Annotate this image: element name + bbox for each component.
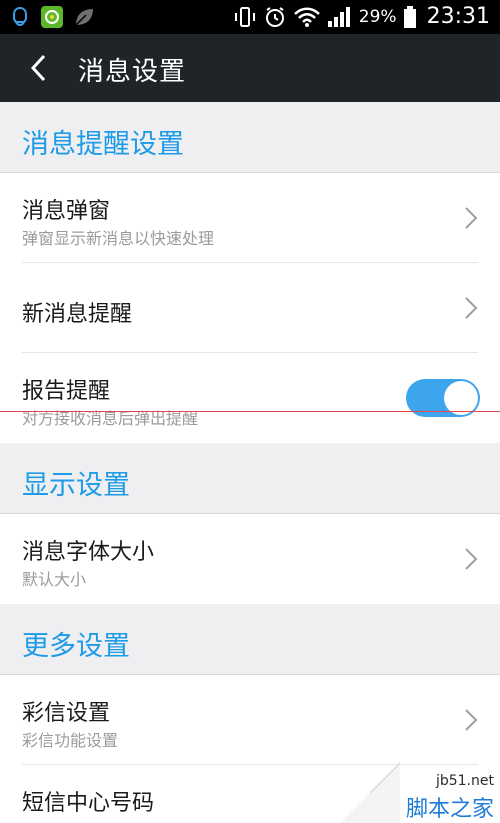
section-header-display: 显示设置 [0,443,500,514]
setting-title: 新消息提醒 [22,302,133,327]
back-button[interactable] [18,48,58,88]
status-bar-notifications [8,5,96,29]
annotation-line [0,411,500,412]
qq-notification-icon [13,6,27,27]
setting-subtitle: 对方接收消息后弹出提醒 [22,409,199,428]
section-title: 显示设置 [22,470,130,501]
watermark: jb51.net 脚本之家 [340,763,500,823]
setting-subtitle: 默认大小 [22,570,87,589]
setting-row-new-message-reminder[interactable]: 新消息提醒 [0,263,500,353]
section-header-message-reminders: 消息提醒设置 [0,102,500,173]
leaf-icon [75,9,93,26]
alarm-icon [265,6,284,27]
watermark-fold-icon [340,763,400,823]
setting-row-mms[interactable]: 彩信设置 彩信功能设置 [0,675,500,765]
setting-title: 彩信设置 [22,701,111,726]
status-bar: 29% 23:31 [0,0,500,34]
setting-title: 报告提醒 [22,379,111,404]
battery-percent: 29% [358,6,397,27]
watermark-url: jb51.net [435,773,494,789]
chevron-right-icon [465,297,478,319]
watermark-name: 脚本之家 [405,797,494,822]
clock: 23:31 [426,4,490,29]
signal-icon [327,6,350,27]
setting-title: 消息弹窗 [22,199,111,224]
status-bar-indicators: 29% 23:31 [233,4,490,29]
wifi-icon [293,7,320,27]
app-store-icon [41,6,63,28]
setting-row-font-size[interactable]: 消息字体大小 默认大小 [0,514,500,604]
chevron-left-icon [30,54,46,82]
section-title: 更多设置 [22,631,130,662]
setting-subtitle: 彩信功能设置 [22,731,119,750]
section-title: 消息提醒设置 [22,129,184,160]
chevron-right-icon [465,207,478,229]
setting-title: 消息字体大小 [22,540,155,565]
title-bar: 消息设置 [0,34,500,102]
setting-row-message-popup[interactable]: 消息弹窗 弹窗显示新消息以快速处理 [0,173,500,263]
toggle-knob [444,381,478,415]
chevron-right-icon [465,709,478,731]
chevron-right-icon [465,548,478,570]
page-title: 消息设置 [78,57,187,87]
setting-subtitle: 弹窗显示新消息以快速处理 [22,229,215,248]
setting-row-report-reminder[interactable]: 报告提醒 对方接收消息后弹出提醒 [0,353,500,443]
battery-icon [403,5,416,28]
vibrate-icon [234,6,255,27]
setting-title: 短信中心号码 [22,791,155,816]
section-header-more: 更多设置 [0,604,500,675]
